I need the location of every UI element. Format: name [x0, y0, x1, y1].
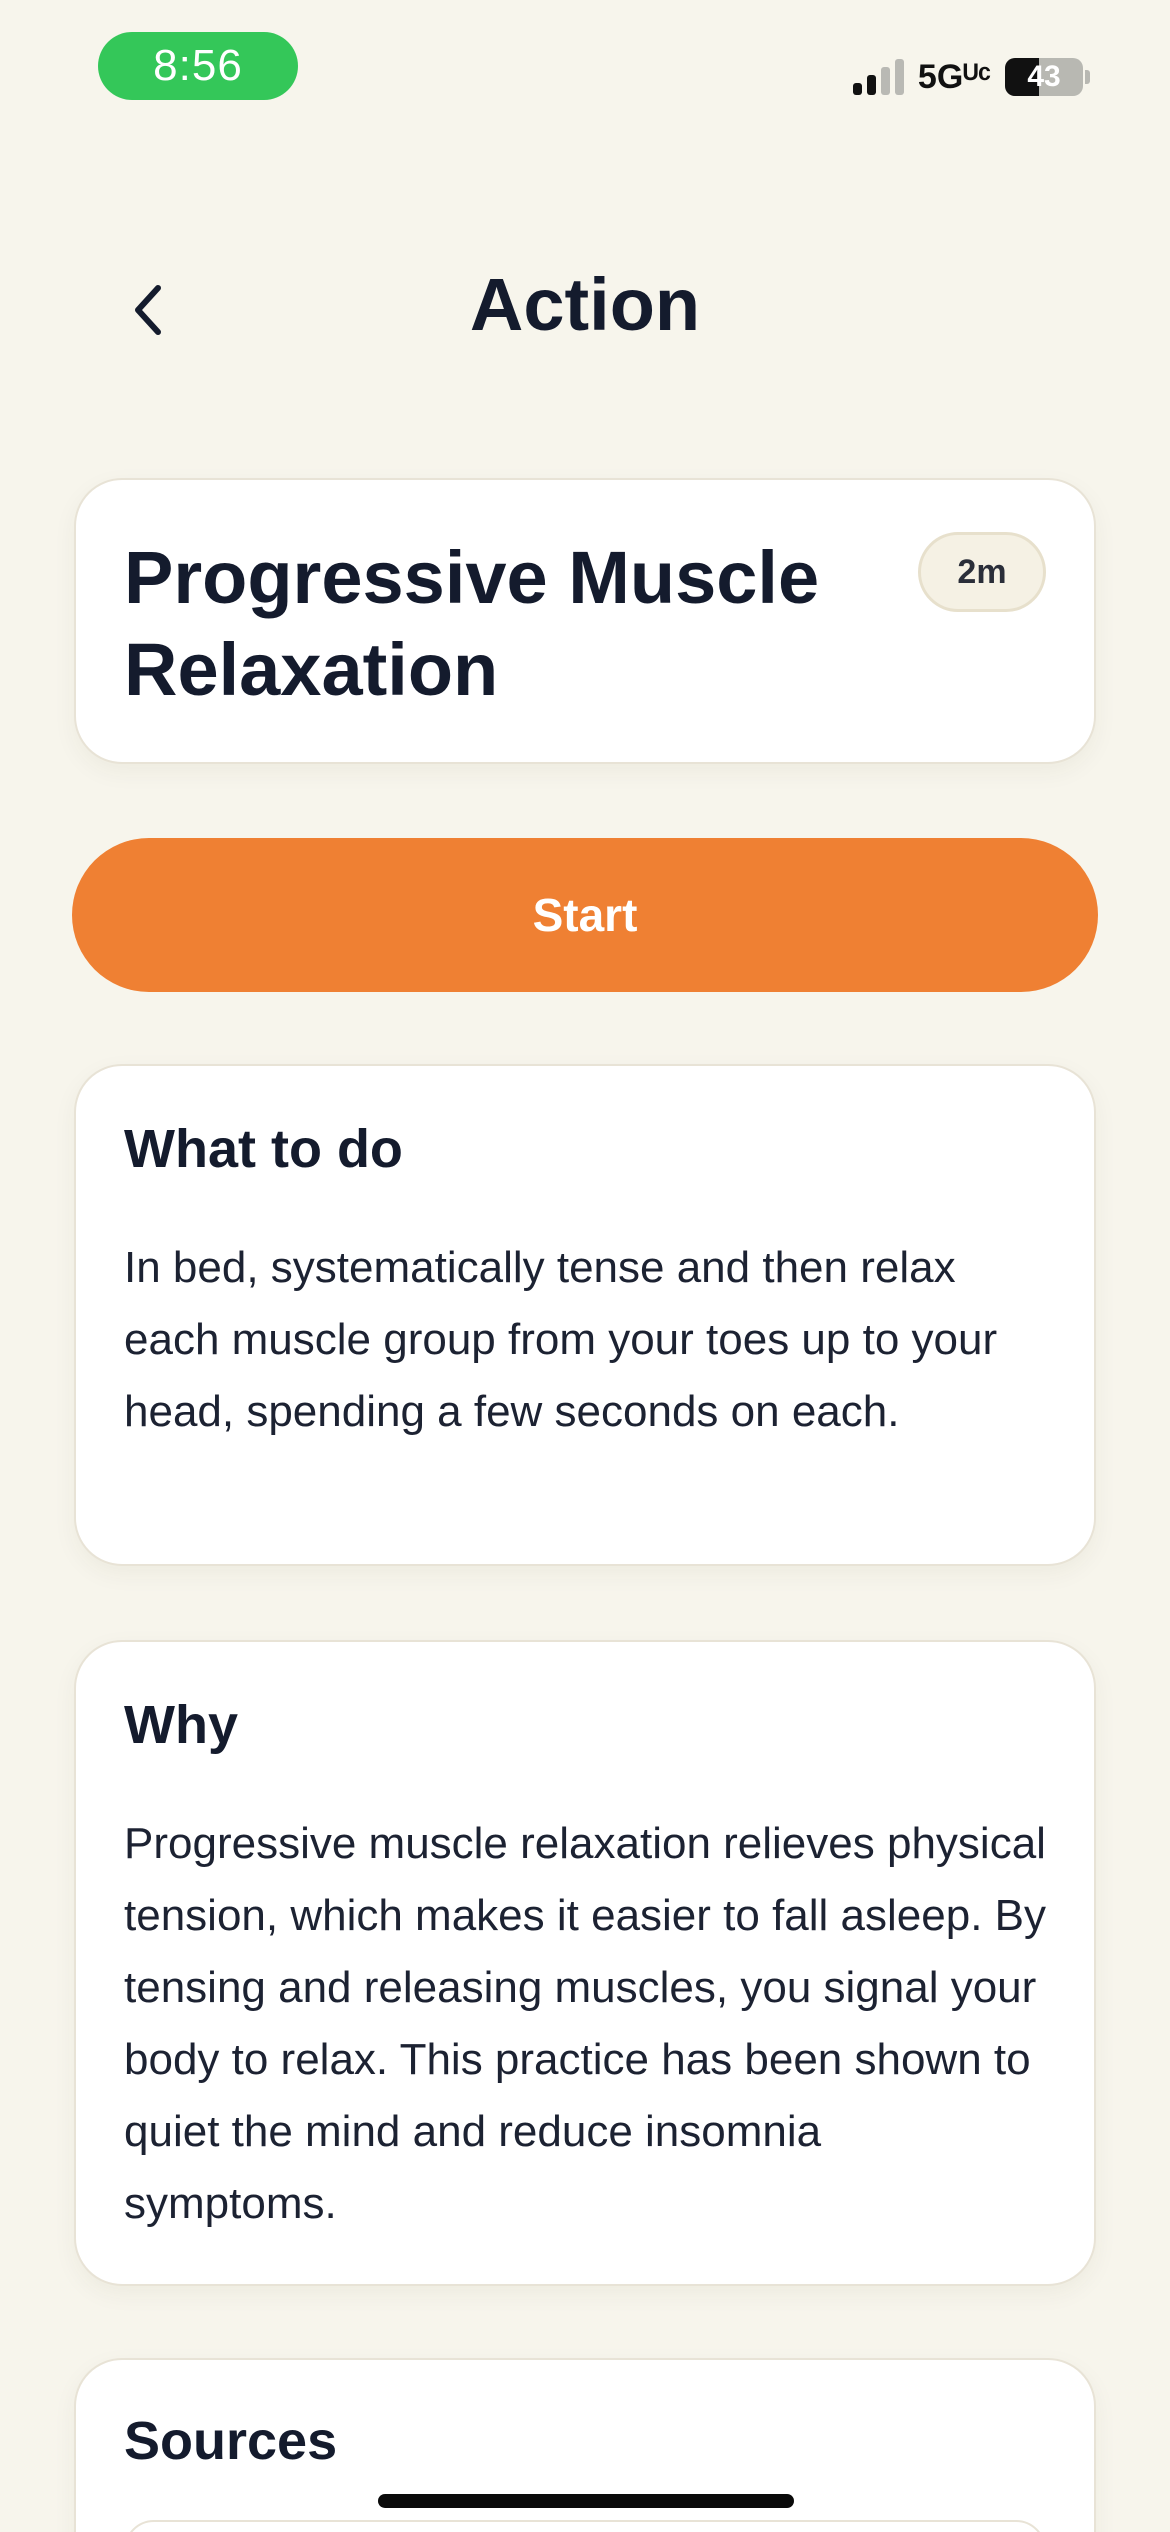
start-button-label: Start — [532, 889, 638, 941]
status-indicators: 5Gᵁᶜ 43 — [852, 50, 1090, 104]
home-indicator[interactable] — [378, 2494, 794, 2508]
battery-icon: 43 — [1005, 58, 1083, 96]
cellular-signal-icon — [852, 59, 904, 95]
why-card: Why Progressive muscle relaxation reliev… — [74, 1640, 1096, 2286]
why-heading: Why — [124, 1695, 238, 1755]
duration-label: 2m — [957, 552, 1007, 591]
start-button[interactable]: Start — [72, 838, 1098, 992]
battery-level: 43 — [1027, 60, 1061, 93]
status-time-label: 8:56 — [153, 41, 243, 90]
duration-badge: 2m — [918, 532, 1046, 612]
status-time: 8:56 — [98, 32, 298, 100]
what-to-do-heading: What to do — [124, 1119, 403, 1179]
what-to-do-card: What to do In bed, systematically tense … — [74, 1064, 1096, 1566]
why-body: Progressive muscle relaxation relieves p… — [124, 1819, 1047, 2228]
action-screen: 8:56 5Gᵁᶜ 43 Action Progressive Muscle R… — [0, 0, 1170, 2532]
source-item[interactable] — [124, 2520, 1046, 2532]
sources-heading: Sources — [124, 2411, 338, 2471]
battery-cap — [1085, 70, 1090, 84]
action-title-card: Progressive Muscle Relaxation 2m — [74, 478, 1096, 764]
action-title: Progressive Muscle Relaxation — [124, 536, 820, 711]
what-to-do-body: In bed, systematically tense and then re… — [124, 1243, 998, 1436]
network-type: 5Gᵁᶜ — [917, 57, 991, 96]
page-title: Action — [469, 263, 701, 346]
